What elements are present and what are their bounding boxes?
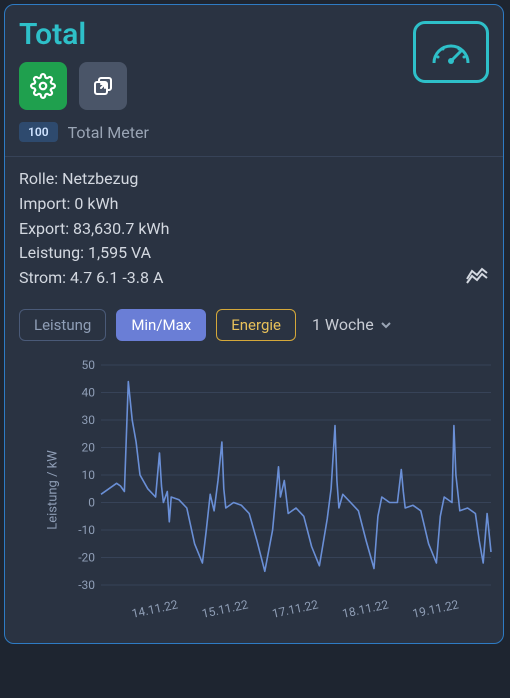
popout-button[interactable] [79,62,127,110]
meter-icon [413,21,489,83]
svg-text:20: 20 [82,440,96,454]
device-id-badge: 100 [19,122,58,142]
svg-text:0: 0 [88,495,95,509]
svg-text:-30: -30 [78,578,95,592]
import-label: Import: [19,194,70,213]
svg-text:30: 30 [82,413,96,427]
svg-text:18.11.22: 18.11.22 [341,597,390,620]
svg-text:-10: -10 [78,523,95,537]
chart-area: Leistung / kW -30 -20 -10 0 10 20 30 40 50 14.11.… [19,355,489,625]
svg-text:10: 10 [82,468,96,482]
role-label: Rolle: [19,169,58,188]
import-value: 0 kWh [74,194,118,213]
header: Total [19,17,489,122]
power-chart: -30 -20 -10 0 10 20 30 40 50 14.11.22 15.11.22 17.1… [67,355,497,625]
chart-controls: Leistung Min/Max Energie 1 Woche [19,309,489,341]
gear-icon [30,73,56,99]
range-dropdown[interactable]: 1 Woche [312,315,392,334]
role-value: Netzbezug [62,169,138,188]
svg-text:-20: -20 [78,550,95,564]
chart-ylabel: Leistung / kW [45,450,60,530]
chevron-down-icon [380,319,392,331]
chart-toggle-button[interactable] [465,265,489,291]
tab-energie[interactable]: Energie [216,309,296,341]
card-title: Total [19,17,401,52]
popout-icon [91,74,115,98]
current-value: 4.7 6.1 -3.8 A [70,268,163,287]
range-label: 1 Woche [312,315,374,334]
current-label: Strom: [19,268,66,287]
device-name: Total Meter [68,123,149,142]
divider [5,156,503,157]
power-label: Leistung: [19,243,84,262]
svg-text:40: 40 [82,385,96,399]
tab-minmax[interactable]: Min/Max [116,309,206,341]
svg-text:17.11.22: 17.11.22 [271,597,320,620]
svg-text:50: 50 [82,358,96,372]
export-value: 83,630.7 kWh [73,219,169,238]
gauge-icon [428,35,474,69]
chart-line-icon [465,265,489,285]
settings-button[interactable] [19,62,67,110]
metrics-block: Rolle: Netzbezug Import: 0 kWh Export: 8… [19,167,489,291]
export-label: Export: [19,219,69,238]
svg-text:19.11.22: 19.11.22 [411,597,460,620]
svg-text:14.11.22: 14.11.22 [130,597,179,620]
power-value: 1,595 VA [88,243,151,262]
device-card: Total 100 Total Meter Rolle: Netzbezug I… [4,4,504,644]
tab-leistung[interactable]: Leistung [19,309,106,341]
svg-text:15.11.22: 15.11.22 [201,597,250,620]
